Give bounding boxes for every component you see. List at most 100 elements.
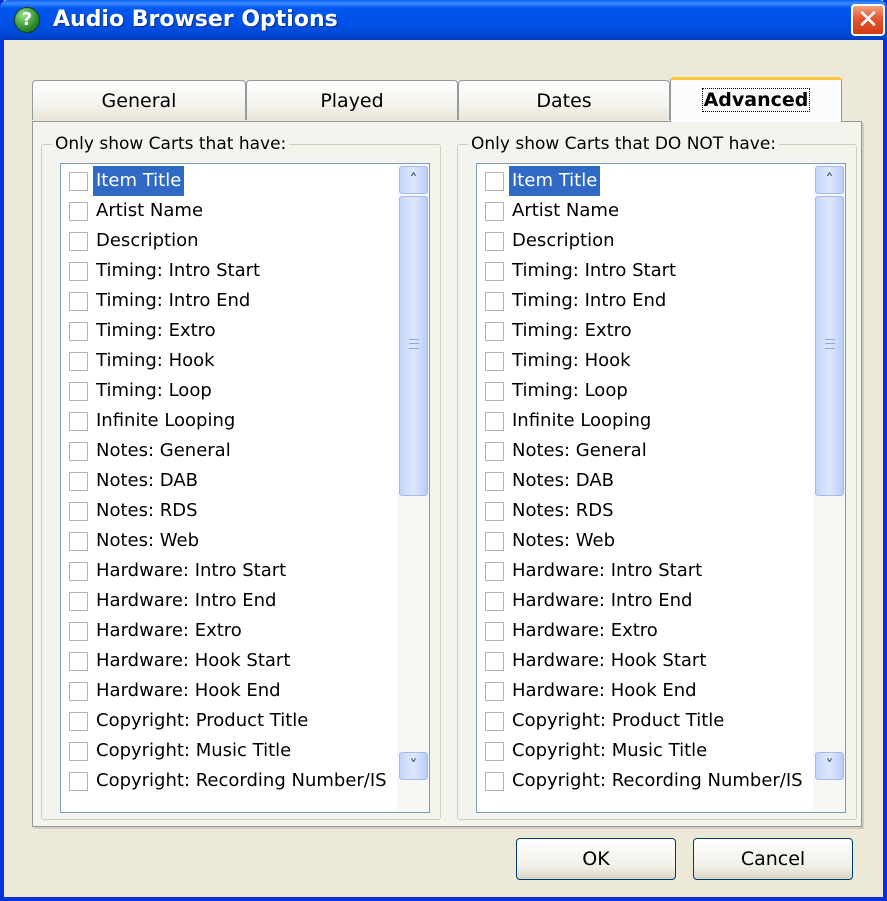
checklist-item[interactable]: Timing: Extro	[477, 316, 809, 346]
checklist-item[interactable]: Timing: Intro Start	[61, 256, 393, 286]
checklist-item[interactable]: Notes: General	[477, 436, 809, 466]
item-checkbox[interactable]	[69, 622, 88, 641]
not-have-checklist[interactable]: Copyright: Recording Number/IS Copyright:…	[476, 163, 846, 813]
checklist-item[interactable]: Hardware: Extro	[477, 616, 809, 646]
checklist-item[interactable]: Notes: RDS	[61, 496, 393, 526]
item-checkbox[interactable]	[69, 232, 88, 251]
item-checkbox[interactable]	[69, 532, 88, 551]
checklist-item[interactable]: Hardware: Hook Start	[61, 646, 393, 676]
scroll-thumb[interactable]	[399, 196, 428, 496]
checklist-item[interactable]: Infinite Looping	[477, 406, 809, 436]
item-checkbox[interactable]	[69, 682, 88, 701]
item-checkbox[interactable]	[485, 232, 504, 251]
item-checkbox[interactable]	[69, 352, 88, 371]
item-checkbox[interactable]	[485, 352, 504, 371]
title-bar[interactable]: ? Audio Browser Options ✕	[0, 0, 887, 40]
close-button[interactable]: ✕	[851, 4, 885, 36]
checklist-item[interactable]: Hardware: Intro End	[61, 586, 393, 616]
checklist-item[interactable]: Copyright: Recording Number/IS	[61, 766, 393, 796]
tab-dates[interactable]: Dates	[458, 80, 670, 120]
have-checklist[interactable]: Copyright: Recording Number/IS Copyright:…	[60, 163, 430, 813]
item-checkbox[interactable]	[485, 202, 504, 221]
item-checkbox[interactable]	[485, 652, 504, 671]
checklist-item[interactable]: Notes: General	[61, 436, 393, 466]
item-checkbox[interactable]	[69, 322, 88, 341]
item-checkbox[interactable]	[485, 772, 504, 791]
cancel-button[interactable]: Cancel	[693, 838, 853, 880]
item-checkbox[interactable]	[485, 412, 504, 431]
item-checkbox[interactable]	[485, 712, 504, 731]
item-checkbox[interactable]	[485, 682, 504, 701]
item-checkbox[interactable]	[485, 532, 504, 551]
item-checkbox[interactable]	[485, 472, 504, 491]
checklist-item[interactable]: Copyright: Product Title	[61, 706, 393, 736]
checklist-item[interactable]: Notes: RDS	[477, 496, 809, 526]
item-checkbox[interactable]	[69, 712, 88, 731]
item-checkbox[interactable]	[69, 502, 88, 521]
checklist-item[interactable]: Timing: Loop	[477, 376, 809, 406]
checklist-item[interactable]: Copyright: Music Title	[61, 736, 393, 766]
scroll-down-button[interactable]: ˅	[815, 752, 844, 780]
checklist-item[interactable]: Notes: Web	[477, 526, 809, 556]
checklist-item[interactable]: Description	[61, 226, 393, 256]
tab-general[interactable]: General	[32, 80, 246, 120]
checklist-item[interactable]: Infinite Looping	[61, 406, 393, 436]
checklist-item[interactable]: Timing: Intro End	[477, 286, 809, 316]
item-checkbox[interactable]	[69, 472, 88, 491]
item-checkbox[interactable]	[69, 202, 88, 221]
checklist-item[interactable]: Timing: Hook	[477, 346, 809, 376]
tab-advanced[interactable]: Advanced	[670, 77, 842, 122]
checklist-item[interactable]: Notes: Web	[61, 526, 393, 556]
item-checkbox[interactable]	[485, 562, 504, 581]
tab-played[interactable]: Played	[246, 80, 458, 120]
item-checkbox[interactable]	[485, 622, 504, 641]
item-checkbox[interactable]	[485, 322, 504, 341]
checklist-item[interactable]: Timing: Loop	[61, 376, 393, 406]
item-checkbox[interactable]	[69, 652, 88, 671]
checklist-item[interactable]: Hardware: Intro End	[477, 586, 809, 616]
scroll-down-button[interactable]: ˅	[399, 752, 428, 780]
checklist-item[interactable]: Hardware: Extro	[61, 616, 393, 646]
item-checkbox[interactable]	[485, 442, 504, 461]
checklist-item[interactable]: Artist Name	[477, 196, 809, 226]
item-checkbox[interactable]	[69, 262, 88, 281]
item-checkbox[interactable]	[69, 442, 88, 461]
scroll-up-button[interactable]: ˄	[815, 166, 844, 194]
item-checkbox[interactable]	[69, 772, 88, 791]
checklist-item[interactable]: Timing: Intro Start	[477, 256, 809, 286]
scroll-up-button[interactable]: ˄	[399, 166, 428, 194]
item-checkbox[interactable]	[485, 502, 504, 521]
checklist-item[interactable]: Copyright: Product Title	[477, 706, 809, 736]
scroll-thumb[interactable]	[815, 196, 844, 496]
checklist-item[interactable]: Item Title	[477, 166, 809, 196]
checklist-item[interactable]: Hardware: Hook Start	[477, 646, 809, 676]
checklist-item[interactable]: Timing: Intro End	[61, 286, 393, 316]
item-checkbox[interactable]	[69, 412, 88, 431]
item-checkbox[interactable]	[69, 562, 88, 581]
checklist-item[interactable]: Hardware: Intro Start	[477, 556, 809, 586]
checklist-item[interactable]: Hardware: Intro Start	[61, 556, 393, 586]
item-checkbox[interactable]	[485, 172, 504, 191]
item-checkbox[interactable]	[69, 292, 88, 311]
item-checkbox[interactable]	[485, 262, 504, 281]
checklist-item[interactable]: Copyright: Recording Number/IS	[477, 766, 809, 796]
item-checkbox[interactable]	[69, 382, 88, 401]
item-checkbox[interactable]	[69, 172, 88, 191]
checklist-item[interactable]: Artist Name	[61, 196, 393, 226]
checklist-item[interactable]: Hardware: Hook End	[477, 676, 809, 706]
item-checkbox[interactable]	[485, 292, 504, 311]
checklist-item[interactable]: Notes: DAB	[61, 466, 393, 496]
ok-button[interactable]: OK	[516, 838, 676, 880]
checklist-item[interactable]: Timing: Extro	[61, 316, 393, 346]
checklist-item[interactable]: Notes: DAB	[477, 466, 809, 496]
checklist-item[interactable]: Hardware: Hook End	[61, 676, 393, 706]
checklist-item[interactable]: Item Title	[61, 166, 393, 196]
checklist-item[interactable]: Copyright: Music Title	[477, 736, 809, 766]
have-scrollbar[interactable]: ˄ ˅	[397, 164, 429, 812]
not-have-scrollbar[interactable]: ˄ ˅	[813, 164, 845, 812]
item-checkbox[interactable]	[69, 592, 88, 611]
item-checkbox[interactable]	[485, 382, 504, 401]
checklist-item[interactable]: Timing: Hook	[61, 346, 393, 376]
item-checkbox[interactable]	[485, 742, 504, 761]
item-checkbox[interactable]	[69, 742, 88, 761]
